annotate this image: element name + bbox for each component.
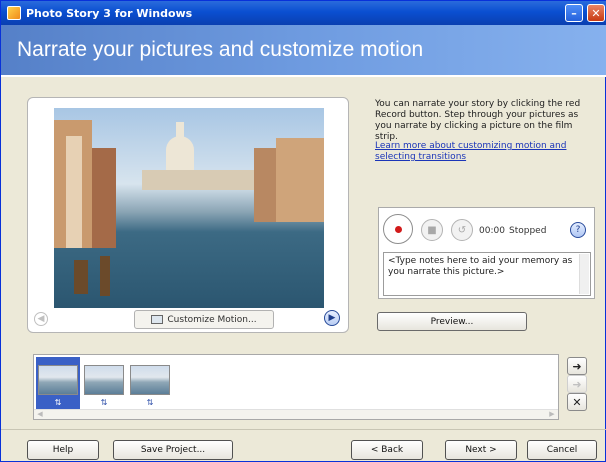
film-strip-scrollbar[interactable]: ◀ ▶ xyxy=(34,409,558,419)
cancel-button[interactable]: Cancel xyxy=(527,440,597,460)
next-picture-button[interactable]: ▶ xyxy=(324,310,340,326)
notes-scrollbar[interactable] xyxy=(579,254,589,294)
customize-motion-label: Customize Motion... xyxy=(167,314,257,325)
minimize-button[interactable]: – xyxy=(565,4,583,22)
arrow-left-icon: ➜ xyxy=(572,359,582,373)
customize-motion-button[interactable]: Customize Motion... xyxy=(134,310,274,329)
narration-instructions: You can narrate your story by clicking t… xyxy=(375,99,581,142)
scroll-left-icon[interactable]: ◀ xyxy=(34,410,46,419)
film-strip-thumbnail[interactable]: ⇅ xyxy=(36,357,80,409)
footer-divider xyxy=(1,429,606,430)
back-button[interactable]: < Back xyxy=(351,440,423,460)
motion-icon[interactable]: ⇅ xyxy=(144,398,156,408)
arrow-right-icon: ➜ xyxy=(572,377,582,391)
narration-panel: ■ ↺ 00:00 Stopped ? <Type notes here to … xyxy=(378,207,595,299)
motion-icon[interactable]: ⇅ xyxy=(98,398,110,408)
remove-picture-button[interactable]: ✕ xyxy=(567,393,587,411)
thumbnail-image xyxy=(38,365,78,395)
film-strip-thumbnail[interactable]: ⇅ xyxy=(82,357,126,409)
thumbnail-image xyxy=(84,365,124,395)
motion-icon[interactable]: ⇅ xyxy=(52,398,64,408)
record-dot-icon xyxy=(394,225,402,233)
picture-preview-panel: ◀ Customize Motion... ▶ xyxy=(27,97,349,333)
scroll-right-icon[interactable]: ▶ xyxy=(546,410,558,419)
narration-help-button[interactable]: ? xyxy=(570,222,586,238)
move-left-button[interactable]: ➜ xyxy=(567,357,587,375)
stop-recording-button[interactable]: ■ xyxy=(421,219,443,241)
narration-notes-field[interactable]: <Type notes here to aid your memory as y… xyxy=(383,252,591,296)
recording-status: Stopped xyxy=(509,226,547,236)
learn-more-link[interactable]: Learn more about customizing motion and … xyxy=(375,141,597,163)
film-strip: ⇅ ⇅ ⇅ ◀ ▶ xyxy=(33,354,559,420)
thumbnail-image xyxy=(130,365,170,395)
banner-divider xyxy=(1,75,606,77)
record-narration-button[interactable] xyxy=(383,214,413,244)
delete-narration-button[interactable]: ↺ xyxy=(451,219,473,241)
close-button[interactable]: ✕ xyxy=(587,4,605,22)
customize-motion-icon xyxy=(151,315,164,324)
title-bar: Photo Story 3 for Windows – ✕ xyxy=(1,1,606,25)
app-window: Photo Story 3 for Windows – ✕ Narrate yo… xyxy=(0,0,606,462)
window-title: Photo Story 3 for Windows xyxy=(26,6,193,20)
remove-x-icon: ✕ xyxy=(572,395,582,409)
save-project-button[interactable]: Save Project... xyxy=(113,440,233,460)
notes-text: <Type notes here to aid your memory as y… xyxy=(388,256,573,277)
move-right-button[interactable]: ➜ xyxy=(567,375,587,393)
preview-button[interactable]: Preview... xyxy=(377,312,527,331)
current-picture-preview[interactable] xyxy=(54,108,324,308)
narration-time: 00:00 xyxy=(479,226,505,236)
film-strip-thumbnail[interactable]: ⇅ xyxy=(128,357,172,409)
previous-picture-button[interactable]: ◀ xyxy=(34,312,48,326)
page-heading-banner: Narrate your pictures and customize moti… xyxy=(1,25,606,75)
next-button[interactable]: Next > xyxy=(445,440,517,460)
page-title: Narrate your pictures and customize moti… xyxy=(17,38,424,61)
photo-story-app-icon xyxy=(7,6,21,20)
help-button[interactable]: Help xyxy=(27,440,99,460)
